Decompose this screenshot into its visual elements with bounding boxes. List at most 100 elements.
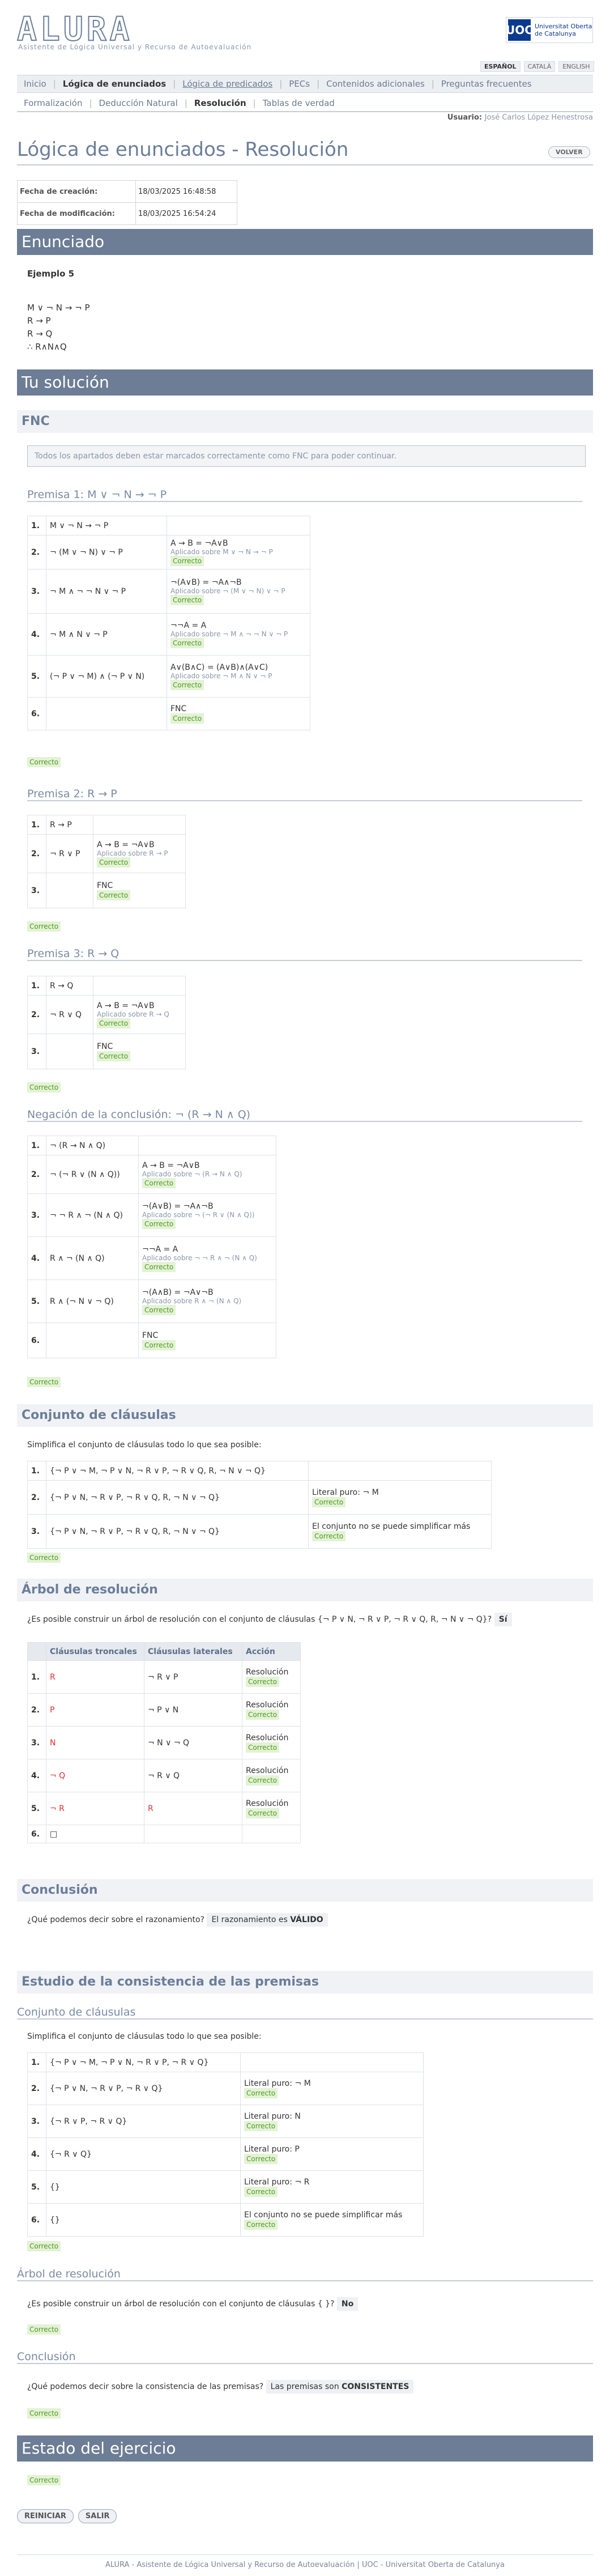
nav-inicio[interactable]: Inicio: [17, 79, 53, 89]
step-formula: ¬ R ∨ Q: [46, 995, 93, 1034]
clause-set: {}: [46, 2170, 241, 2204]
enunciado-banner: Enunciado: [17, 229, 593, 255]
step-number: 2.: [27, 535, 46, 569]
step-number: 1.: [27, 2052, 46, 2072]
consistencia-answer3[interactable]: Las premisas son CONSISTENTES: [266, 2380, 414, 2394]
step-number: 3.: [27, 873, 46, 908]
nav-preguntas[interactable]: Preguntas frecuentes: [434, 79, 539, 89]
consistencia-q3-correct: Correcto: [27, 2408, 61, 2418]
step-applied: Aplicado sobre R ∧ ¬ (N ∧ Q): [142, 1296, 242, 1305]
action-buttons: REINICIAR SALIR: [17, 2509, 117, 2523]
clause-set: {¬ P ∨ N, ¬ R ∨ P, ¬ R ∨ Q}: [46, 2072, 241, 2105]
enunciado-line: ∴ R∧N∧Q: [27, 342, 67, 352]
step-rule: A → B = ¬A∨B: [142, 1161, 200, 1170]
premisa2-title: Premisa 2: R → P: [27, 788, 582, 801]
clause-set: {¬ P ∨ ¬ M, ¬ P ∨ N, ¬ R ∨ P, ¬ R ∨ Q}: [46, 2052, 241, 2072]
negacion-title: Negación de la conclusión: ¬ (R → N ∧ Q): [27, 1108, 582, 1122]
step-formula: ¬ M ∧ N ∨ ¬ P: [46, 613, 167, 656]
premisa3-table: 1. R → Q 2. ¬ R ∨ Q A → B = ¬A∨B Aplicado so…: [27, 976, 186, 1069]
simplify-reason: El conjunto no se puede simplificar más: [312, 1521, 471, 1531]
step-rule: ¬¬A = A: [170, 620, 207, 630]
subnav-formalizacion[interactable]: Formalización: [17, 98, 89, 108]
salir-button[interactable]: SALIR: [78, 2509, 117, 2523]
accion: Resolución: [246, 1766, 289, 1775]
clause-set: {¬ P ∨ ¬ M, ¬ P ∨ N, ¬ R ∨ P, ¬ R ∨ Q, R…: [46, 1461, 309, 1481]
consistencia-answer2[interactable]: No: [336, 2297, 359, 2311]
correct-badge: Correcto: [170, 637, 204, 648]
step-formula: R ∧ ¬ (N ∧ Q): [46, 1236, 139, 1280]
uoc-logo[interactable]: UOC Universitat Oberta de Catalunya: [506, 17, 593, 43]
step-number: 2.: [27, 1480, 46, 1515]
step-formula: M ∨ ¬ N → ¬ P: [46, 516, 167, 535]
col-accion: Acción: [242, 1642, 301, 1661]
nav-logica-predicados[interactable]: Lógica de predicados: [176, 79, 279, 89]
negacion-correct: Correcto: [27, 1377, 61, 1387]
correct-badge: Correcto: [246, 1709, 280, 1720]
lateral: ¬ N ∨ ¬ Q: [144, 1726, 242, 1759]
user-name: José Carlos López Henestrosa: [484, 113, 593, 122]
step-applied: Aplicado sobre ¬ (¬ R ∨ (N ∧ Q)): [142, 1210, 255, 1219]
step-number: 3.: [27, 1193, 46, 1237]
step-rule: A → B = ¬A∨B: [170, 538, 228, 548]
consistencia-q2-row: ¿Es posible construir un árbol de resolu…: [27, 2297, 359, 2311]
clause-set: {¬ P ∨ N, ¬ R ∨ P, ¬ R ∨ Q, R, ¬ N ∨ ¬ Q…: [46, 1514, 309, 1549]
nav-logica-enunciados[interactable]: Lógica de enunciados: [56, 79, 173, 89]
uoc-text-1: Universitat Oberta: [535, 23, 592, 30]
nav-pecs[interactable]: PECs: [282, 79, 317, 89]
lateral: ¬ P ∨ N: [144, 1693, 242, 1727]
negacion-table: 1. ¬ (R → N ∧ Q) 2. ¬ (¬ R ∨ (N ∧ Q)) A → B…: [27, 1136, 276, 1358]
nav-contenidos[interactable]: Contenidos adicionales: [319, 79, 432, 89]
step-rule: ¬¬A = A: [142, 1244, 178, 1254]
enunciado-line: M ∨ ¬ N → ¬ P: [27, 303, 90, 313]
step-applied: Aplicado sobre ¬ M ∧ ¬ ¬ N ∨ ¬ P: [170, 630, 288, 638]
correct-badge: Correcto: [142, 1340, 176, 1350]
conclusion-header: Conclusión: [17, 1879, 593, 1902]
step-rule: ¬(A∨B) = ¬A∧¬B: [142, 1201, 214, 1211]
consistencia-sub3: Conclusión: [17, 2350, 593, 2364]
enunciado-line: R → Q: [27, 329, 53, 339]
user-info: Usuario: José Carlos López Henestrosa: [447, 113, 593, 122]
troncal: ¬ R: [46, 1792, 144, 1825]
empty-clause: □: [46, 1825, 144, 1843]
premisa1-correct: Correcto: [27, 757, 61, 767]
consistencia-sub2: Árbol de resolución: [17, 2268, 593, 2281]
step-number: 1.: [27, 516, 46, 535]
step-number: 2.: [27, 1155, 46, 1194]
col-laterales: Cláusulas laterales: [144, 1642, 242, 1661]
volver-button[interactable]: VOLVER: [548, 146, 590, 158]
subnav-deduccion[interactable]: Deducción Natural: [92, 98, 185, 108]
step-rule: FNC: [97, 1042, 113, 1051]
estado-banner: Estado del ejercicio: [17, 2435, 593, 2462]
step-formula: (¬ P ∨ ¬ M) ∧ (¬ P ∨ N): [46, 655, 167, 698]
step-number: 2.: [27, 995, 46, 1034]
subnav-resolucion[interactable]: Resolución: [187, 98, 253, 108]
enunciado-formulas: M ∨ ¬ N → ¬ P R → P R → Q ∴ R∧N∧Q: [27, 301, 90, 354]
correct-badge: Correcto: [312, 1531, 346, 1541]
reiniciar-button[interactable]: REINICIAR: [17, 2509, 74, 2523]
modified-value: 18/03/2025 16:54:24: [135, 202, 237, 225]
accion: Resolución: [246, 1700, 289, 1710]
step-applied: Aplicado sobre ¬ M ∧ N ∨ ¬ P: [170, 671, 272, 680]
subnav-tablas[interactable]: Tablas de verdad: [256, 98, 342, 108]
lang-en[interactable]: ENGLISH: [558, 61, 594, 72]
step-rule: FNC: [170, 704, 187, 713]
conclusion-answer[interactable]: El razonamiento es VÁLIDO: [207, 1913, 328, 1927]
step-rule: ¬(A∨B) = ¬A∧¬B: [170, 577, 242, 587]
step-number: 1.: [27, 1136, 46, 1155]
step-number: 1.: [27, 1660, 46, 1694]
lang-ca[interactable]: CATALÀ: [523, 61, 556, 72]
step-number: 3.: [27, 1514, 46, 1549]
step-number: 3.: [27, 2105, 46, 2138]
consistencia-prompt: Simplifica el conjunto de cláusulas todo…: [27, 2032, 262, 2041]
correct-badge: Correcto: [142, 1304, 176, 1315]
simplify-reason: El conjunto no se puede simplificar más: [244, 2210, 403, 2220]
premisa1-table: 1. M ∨ ¬ N → ¬ P 2. ¬ (M ∨ ¬ N) ∨ ¬ PA → B…: [27, 516, 310, 730]
alura-logo: ALURA: [16, 10, 133, 48]
lang-es[interactable]: ESPAÑOL: [480, 61, 521, 72]
sub-nav: Formalización | Deducción Natural | Resolu…: [17, 95, 593, 112]
step-formula: R → P: [46, 815, 93, 835]
simplify-reason: Literal puro: ¬ M: [244, 2078, 311, 2088]
meta-table: Fecha de creación: 18/03/2025 16:48:58 Fe…: [17, 180, 237, 225]
arbol-answer[interactable]: Sí: [494, 1613, 512, 1626]
simplify-reason: Literal puro: N: [244, 2111, 301, 2121]
